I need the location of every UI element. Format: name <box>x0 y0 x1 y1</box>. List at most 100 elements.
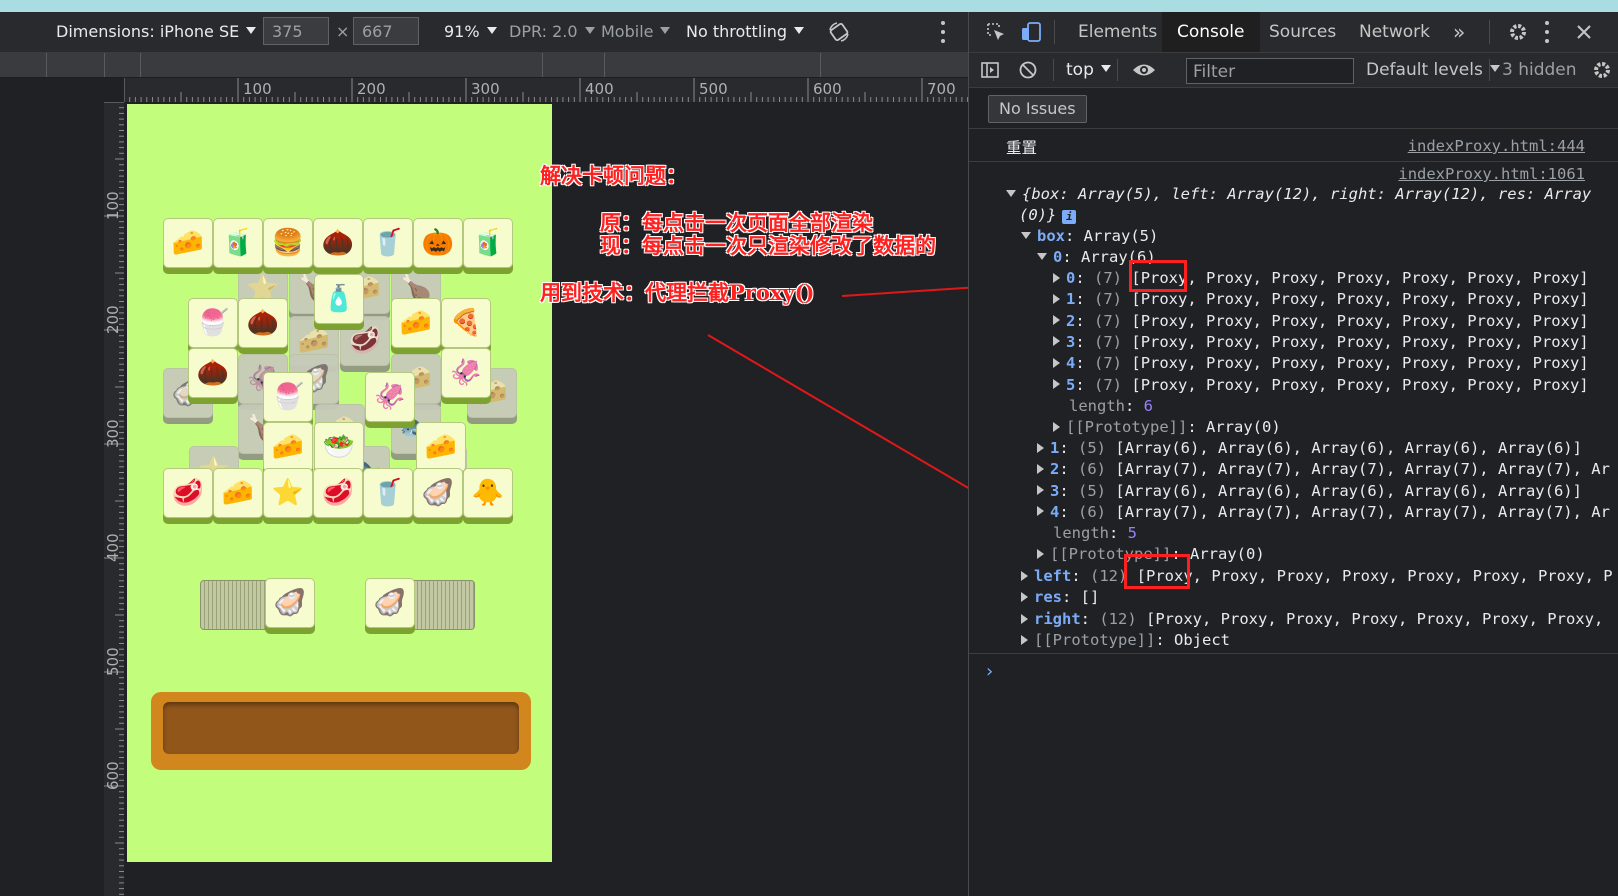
game-tile[interactable]: 🥗 <box>314 422 364 472</box>
expand-triangle-icon[interactable] <box>1037 506 1044 517</box>
expand-triangle-icon[interactable] <box>1053 357 1060 368</box>
proxy-array-row[interactable]: 2: (7) [Proxy, Proxy, Proxy, Proxy, Prox… <box>1053 310 1589 332</box>
box-property[interactable]: box: Array(5) <box>1021 225 1158 247</box>
game-tile[interactable]: 🥩 <box>163 468 213 518</box>
prototype-property[interactable]: [[Prototype]]: Array(0) <box>1053 416 1281 438</box>
game-tile[interactable]: 🧀 <box>263 422 313 472</box>
device-viewport[interactable]: ⭐ 🍗 🧀 🍗 🧀 🥩 🦪 🦑 🦪 🧀 🧀 🍗 🧀 🐟 ⭐ 🐟 🧀 🧀🧃🍔🌰🥤🎃… <box>127 104 552 862</box>
device-select[interactable]: Dimensions: iPhone SE <box>56 12 257 52</box>
game-tile[interactable]: 🥤 <box>363 468 413 518</box>
eye-icon[interactable] <box>1132 61 1156 79</box>
tab-console[interactable]: Console <box>1162 12 1260 52</box>
expand-triangle-icon[interactable] <box>1053 336 1060 347</box>
more-tabs-icon[interactable]: » <box>1453 12 1465 52</box>
dpr-select[interactable]: DPR: 2.0 <box>509 12 595 52</box>
object-prototype-property[interactable]: [[Prototype]]: Object <box>1021 629 1230 651</box>
game-tile[interactable]: 🍔 <box>263 218 313 268</box>
expand-triangle-icon[interactable] <box>1006 190 1016 197</box>
game-tile[interactable]: 🧀 <box>391 298 441 348</box>
throttling-select[interactable]: No throttling <box>686 12 805 52</box>
console-prompt-icon[interactable]: › <box>986 661 993 682</box>
game-tile[interactable]: 🧀 <box>416 422 466 472</box>
mode-select[interactable]: Mobile <box>601 12 671 52</box>
bottle-tile[interactable]: 🧴 <box>314 274 364 324</box>
game-tile[interactable]: 🧃 <box>213 218 263 268</box>
filter-input[interactable]: Filter <box>1186 58 1354 84</box>
box-array-row[interactable]: 4: (6) [Array(7), Array(7), Array(7), Ar… <box>1037 501 1610 523</box>
log-source-link[interactable]: indexProxy.html:1061 <box>1398 165 1585 183</box>
game-tile[interactable]: 🥩 <box>313 468 363 518</box>
clear-console-icon[interactable] <box>1018 60 1038 80</box>
expand-triangle-icon[interactable] <box>1021 591 1028 602</box>
game-tile[interactable]: 🧀 <box>163 218 213 268</box>
expand-triangle-icon[interactable] <box>1053 315 1060 326</box>
left-property[interactable]: left: (12) [Proxy, Proxy, Proxy, Proxy, … <box>1021 565 1613 587</box>
game-tile[interactable]: 🍧 <box>263 372 313 422</box>
tab-sources[interactable]: Sources <box>1269 12 1336 52</box>
prop-value: [Array(7), Array(7), Array(7), Array(7),… <box>1115 460 1610 479</box>
tab-network[interactable]: Network <box>1359 12 1430 52</box>
game-tile[interactable]: 🌰 <box>313 218 363 268</box>
object-preview[interactable]: {box: Array(5), left: Array(12), right: … <box>1006 183 1591 205</box>
game-tile[interactable]: 🦪 <box>413 468 463 518</box>
sidebar-toggle-icon[interactable] <box>980 60 1000 80</box>
game-tile[interactable]: ⭐ <box>263 468 313 518</box>
box-array-row[interactable]: 3: (5) [Array(6), Array(6), Array(6), Ar… <box>1037 480 1582 502</box>
right-property[interactable]: right: (12) [Proxy, Proxy, Proxy, Proxy,… <box>1021 608 1603 630</box>
game-tile[interactable]: 🦑 <box>365 372 415 422</box>
expand-triangle-icon[interactable] <box>1053 272 1060 283</box>
game-tile[interactable]: 🥤 <box>363 218 413 268</box>
right-stack-top-tile[interactable]: 🦪 <box>365 578 415 628</box>
device-toggle-icon[interactable] <box>1019 20 1043 44</box>
expand-triangle-icon[interactable] <box>1053 293 1060 304</box>
settings-gear-icon[interactable] <box>1507 21 1529 43</box>
game-tile[interactable]: 🐥 <box>463 468 513 518</box>
expand-triangle-icon[interactable] <box>1037 548 1044 559</box>
media-query-bar[interactable] <box>0 53 968 78</box>
expand-triangle-icon[interactable] <box>1021 634 1028 645</box>
box-array-row[interactable]: 2: (6) [Array(7), Array(7), Array(7), Ar… <box>1037 458 1610 480</box>
height-input[interactable]: 667 <box>353 17 419 45</box>
expand-triangle-icon[interactable] <box>1021 613 1028 624</box>
device-more-icon[interactable] <box>941 21 945 43</box>
proxy-array-row[interactable]: 3: (7) [Proxy, Proxy, Proxy, Proxy, Prox… <box>1053 331 1589 353</box>
expand-triangle-icon[interactable] <box>1037 463 1044 474</box>
prop-key: right <box>1034 610 1081 628</box>
media-segment <box>820 53 821 77</box>
game-tile[interactable]: 🌰 <box>238 298 288 348</box>
info-icon[interactable]: i <box>1062 210 1077 224</box>
console-settings-icon[interactable] <box>1591 59 1613 81</box>
expand-triangle-icon[interactable] <box>1053 421 1060 432</box>
proxy-array-row[interactable]: 4: (7) [Proxy, Proxy, Proxy, Proxy, Prox… <box>1053 352 1589 374</box>
close-icon[interactable] <box>1574 22 1594 42</box>
game-tile[interactable]: 🧀 <box>213 468 263 518</box>
expand-triangle-icon[interactable] <box>1037 253 1047 260</box>
width-input[interactable]: 375 <box>263 17 329 45</box>
log-source-link[interactable]: indexProxy.html:444 <box>1408 137 1585 155</box>
game-tile[interactable]: 🍕 <box>441 298 491 348</box>
game-tile[interactable]: 🎃 <box>413 218 463 268</box>
game-tile[interactable]: 🌰 <box>188 348 238 398</box>
box-array-row[interactable]: 1: (5) [Array(6), Array(6), Array(6), Ar… <box>1037 437 1582 459</box>
media-segment <box>140 53 141 77</box>
expand-triangle-icon[interactable] <box>1037 485 1044 496</box>
rotate-icon[interactable] <box>828 21 850 43</box>
levels-select[interactable]: Default levels <box>1366 53 1500 87</box>
devtools-menu-icon[interactable] <box>1545 21 1549 43</box>
expand-triangle-icon[interactable] <box>1037 442 1044 453</box>
res-property[interactable]: res: [] <box>1021 586 1099 608</box>
game-tile[interactable]: 🧃 <box>463 218 513 268</box>
game-tile[interactable]: 🍧 <box>188 298 238 348</box>
proxy-array-row[interactable]: 5: (7) [Proxy, Proxy, Proxy, Proxy, Prox… <box>1053 374 1589 396</box>
game-tile[interactable]: 🦑 <box>441 348 491 398</box>
inspect-element-icon[interactable] <box>985 21 1007 43</box>
expand-triangle-icon[interactable] <box>1021 232 1031 239</box>
tab-elements[interactable]: Elements <box>1078 12 1157 52</box>
zoom-select[interactable]: 91% <box>444 12 497 52</box>
left-stack-top-tile[interactable]: 🦪 <box>265 578 315 628</box>
context-select[interactable]: top <box>1066 53 1111 87</box>
prop-count: (7) <box>1094 332 1123 351</box>
no-issues-button[interactable]: No Issues <box>988 95 1087 123</box>
expand-triangle-icon[interactable] <box>1053 379 1060 389</box>
expand-triangle-icon[interactable] <box>1021 570 1028 581</box>
